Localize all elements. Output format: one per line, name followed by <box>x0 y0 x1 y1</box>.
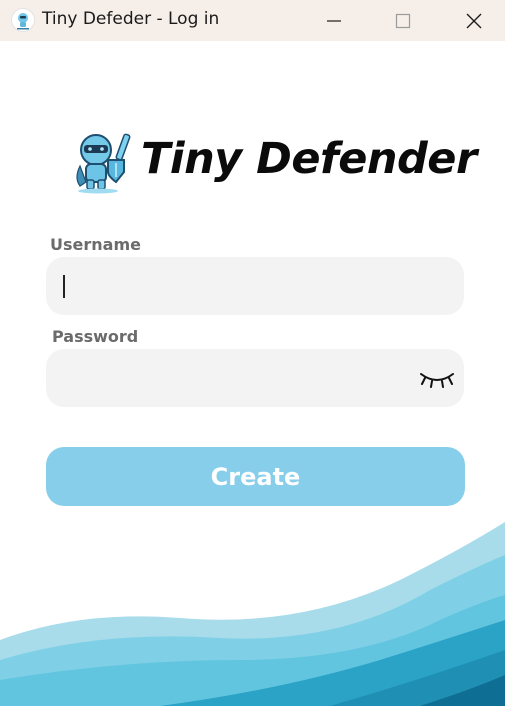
maximize-icon <box>395 13 411 28</box>
eye-closed-icon <box>420 373 454 388</box>
username-input[interactable] <box>46 257 464 315</box>
minimize-button[interactable] <box>311 0 357 41</box>
minimize-icon <box>327 19 341 22</box>
app-brand-title: Tiny Defender <box>141 134 477 184</box>
window-title: Tiny Defeder - Log in <box>42 9 220 29</box>
close-button[interactable] <box>451 0 497 41</box>
password-input[interactable] <box>46 349 464 407</box>
app-logo-icon <box>11 8 35 32</box>
username-label: Username <box>50 235 141 254</box>
decorative-waves <box>0 522 505 706</box>
title-bar[interactable]: Tiny Defeder - Log in <box>0 0 505 41</box>
show-password-toggle[interactable] <box>418 364 456 392</box>
password-label: Password <box>52 327 139 346</box>
create-button[interactable]: Create <box>46 447 465 506</box>
robot-knight-mascot-icon <box>70 130 135 194</box>
login-window: Tiny Defeder - Log in Tiny Defender User… <box>0 0 505 706</box>
text-caret <box>63 275 65 298</box>
maximize-button[interactable] <box>380 0 426 41</box>
close-icon <box>466 13 482 28</box>
